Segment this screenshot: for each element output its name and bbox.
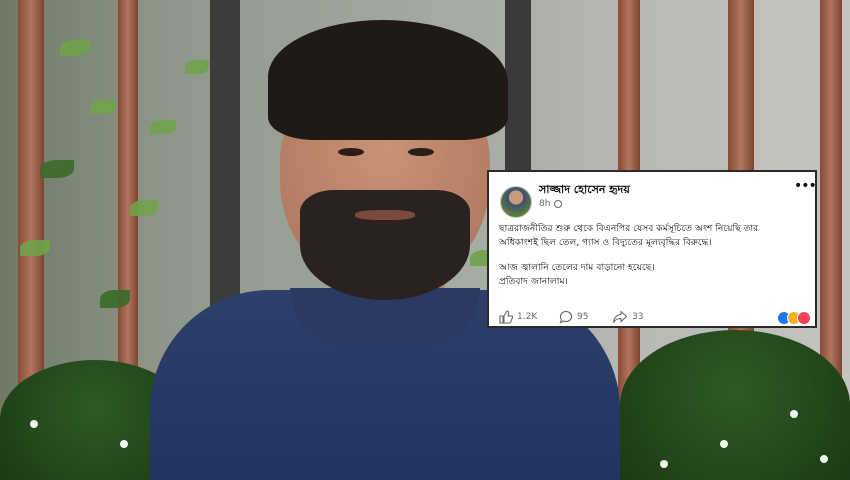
leaf — [20, 240, 50, 256]
eye — [408, 148, 434, 156]
leaf — [100, 290, 130, 308]
post-line: অধিকাংশই ছিল তেল, গ্যাস ও বিদ্যুতের মূল্… — [499, 237, 712, 248]
leaf — [90, 100, 116, 114]
shrub — [620, 330, 850, 480]
beard — [300, 190, 470, 300]
like-button[interactable]: 1.2K — [499, 310, 537, 324]
like-count: 1.2K — [517, 312, 538, 322]
thumbs-up-icon — [499, 310, 513, 324]
post-actions: 1.2K 95 33 — [499, 310, 811, 326]
comment-icon — [559, 310, 573, 324]
share-button[interactable]: 33 — [612, 310, 643, 324]
author-name[interactable]: সাজ্জাদ হোসেন হৃদয় — [539, 181, 630, 200]
mouth — [355, 210, 415, 220]
comment-button[interactable]: 95 — [559, 310, 588, 324]
more-options-icon[interactable]: ••• — [794, 178, 817, 194]
flower — [790, 410, 798, 418]
post-text: ছাত্ররাজনীতির শুরু থেকে বিএনপির যেসব কর্… — [499, 222, 811, 289]
author-avatar[interactable] — [500, 186, 532, 218]
post-line: ছাত্ররাজনীতির শুরু থেকে বিএনপির যেসব কর্… — [499, 223, 759, 234]
flower — [30, 420, 38, 428]
share-count: 33 — [632, 312, 644, 322]
leaf — [60, 40, 90, 56]
hair — [268, 20, 508, 140]
comment-count: 95 — [577, 312, 589, 322]
love-reaction-icon — [797, 311, 811, 325]
flower — [120, 440, 128, 448]
globe-icon — [554, 200, 562, 208]
flower — [660, 460, 668, 468]
eye — [338, 148, 364, 156]
post-line: প্রতিবাদ জানালাম। — [499, 276, 568, 287]
post-time[interactable]: 8h — [539, 199, 550, 209]
flower — [820, 455, 828, 463]
post-line: আজ জ্বালানি তেলের দাম বাড়ানো হয়েছে। — [499, 262, 655, 273]
share-icon — [612, 310, 628, 323]
flower — [720, 440, 728, 448]
leaf — [40, 160, 74, 178]
facebook-post-card: সাজ্জাদ হোসেন হৃদয় 8h ••• ছাত্ররাজনীতির… — [487, 170, 817, 328]
reaction-summary[interactable] — [777, 311, 811, 325]
